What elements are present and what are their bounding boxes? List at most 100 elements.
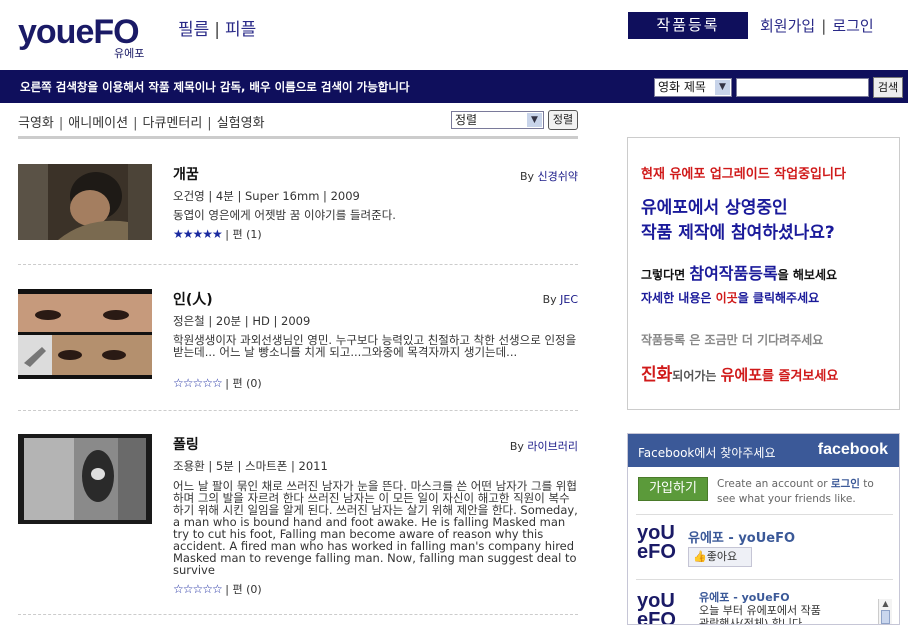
film-meta: 오건영 | 4분 | Super 16mm | 2009: [173, 189, 360, 203]
site-logo[interactable]: youeFO 유에포: [18, 12, 158, 60]
promo-register-pre: 그렇다면: [641, 268, 690, 282]
by-prefix: By: [542, 293, 557, 306]
item-separator: [18, 614, 578, 615]
review-count[interactable]: | 편 (1): [225, 228, 261, 241]
film-item: 인(人) By JEC 정은철 | 20분 | HD | 2009 학원생생이자…: [18, 289, 578, 399]
promo-upgrade-notice: 현재 유에포 업그레이드 작업중입니다: [641, 167, 846, 182]
facebook-login-link[interactable]: 로그인: [831, 478, 860, 490]
film-meta: 조용환 | 5분 | 스마트폰 | 2011: [173, 459, 328, 473]
promo-detail-post: 을 클릭해주세요: [737, 291, 820, 305]
film-rating: ★★★★★ | 편 (1): [173, 226, 262, 242]
promo-register-post: 을 해보세요: [777, 268, 838, 282]
film-meta: 정은철 | 20분 | HD | 2009: [173, 314, 311, 328]
nav-people-link[interactable]: 피플: [225, 15, 256, 40]
post-avatar[interactable]: yoU eFO: [637, 591, 683, 624]
facebook-signup-note: Create an account or 로그인 to see what you…: [717, 477, 892, 507]
register-work-button[interactable]: 작품등록: [628, 12, 748, 39]
film-title[interactable]: 폴링: [173, 434, 199, 454]
nav-film-link[interactable]: 필름: [178, 15, 209, 40]
promo-evolve-b: 되어가는: [672, 369, 721, 383]
promo-evolve-c: 유에포: [720, 366, 763, 384]
page-avatar[interactable]: yoU eFO: [637, 523, 683, 562]
nav-divider: |: [214, 20, 221, 40]
logo-subtitle: 유에포: [114, 47, 145, 60]
facebook-post-text: 오늘 부터 유에포에서 작품 관람행사(전체) 합니다: [699, 604, 821, 625]
facebook-divider: [636, 514, 893, 515]
sort-select[interactable]: 정렬 ▼: [451, 111, 544, 129]
promo-wait-line: 작품등록 은 조금만 더 기다려주세요: [641, 333, 824, 347]
category-experimental[interactable]: 실험영화: [217, 116, 265, 131]
facebook-join-button[interactable]: 가입하기: [638, 477, 708, 501]
film-title[interactable]: 개꿈: [173, 164, 199, 184]
signup-link[interactable]: 회원가입: [760, 17, 815, 35]
promo-box: 현재 유에포 업그레이드 작업중입니다 유에포에서 상영중인 작품 제작에 참여…: [627, 137, 900, 410]
facebook-like-button[interactable]: 👍좋아요: [688, 547, 752, 567]
film-description: 학원생생이자 과외선생님인 영민. 누구보다 능력있고 친절하고 착한 선생으로…: [173, 333, 577, 359]
promo-register-link[interactable]: 참여작품등록: [689, 264, 777, 283]
promo-evolve-a: 진화: [641, 365, 673, 385]
sort-button[interactable]: 정렬: [548, 110, 578, 130]
facebook-feed-scrollbar[interactable]: ▲: [878, 599, 892, 624]
like-label: 좋아요: [706, 550, 738, 563]
category-documentary[interactable]: 다큐멘터리: [142, 116, 202, 131]
user-links: 회원가입 | 로그인: [760, 15, 874, 36]
category-drama[interactable]: 극영화: [18, 116, 54, 131]
promo-evolve-line: 진화되어가는 유에포를 즐겨보세요: [641, 360, 838, 385]
promo-evolve-d: 를 즐겨보세요: [762, 369, 839, 384]
rating-stars[interactable]: ☆☆☆☆☆: [173, 582, 223, 596]
promo-register-line: 그렇다면 참여작품등록을 해보세요: [641, 260, 837, 284]
search-input[interactable]: [736, 78, 869, 97]
search-field-select[interactable]: 영화 제목 ▼: [654, 78, 732, 97]
film-thumbnail[interactable]: [18, 289, 152, 379]
promo-detail-line: 자세한 내용은 이곳을 클릭해주세요: [641, 289, 819, 306]
category-divider: |: [58, 116, 64, 131]
film-by: By JEC: [543, 293, 578, 306]
login-link[interactable]: 로그인: [832, 17, 873, 35]
rating-stars[interactable]: ★★★★★: [173, 227, 223, 241]
by-prefix: By: [509, 440, 524, 453]
film-thumbnail[interactable]: [18, 434, 152, 524]
rating-stars[interactable]: ☆☆☆☆☆: [173, 376, 223, 390]
film-description: 어느 날 팔이 묶인 채로 쓰러진 남자가 눈을 뜬다. 마스크를 쓴 어떤 남…: [173, 479, 578, 577]
film-item: 폴링 By 라이브러리 조용환 | 5분 | 스마트폰 | 2011 어느 날 …: [18, 434, 578, 599]
chevron-down-icon: ▼: [527, 113, 542, 127]
film-director-link[interactable]: 신경쉬약: [538, 170, 578, 183]
facebook-logo[interactable]: facebook: [818, 441, 888, 459]
facebook-header: Facebook에서 찾아주세요 facebook: [628, 434, 899, 467]
facebook-note-a: Create an account or: [717, 478, 831, 490]
film-rating: ☆☆☆☆☆ | 편 (0): [173, 375, 262, 391]
film-director-link[interactable]: 라이브러리: [527, 440, 578, 453]
search-bar: 오른쪽 검색창을 이용해서 작품 제목이나 감독, 배우 이름으로 검색이 가능…: [0, 70, 908, 103]
film-title[interactable]: 인(人): [173, 289, 213, 309]
review-count[interactable]: | 편 (0): [225, 583, 261, 596]
promo-detail-pre: 자세한 내용은: [641, 291, 716, 305]
facebook-divider: [636, 579, 893, 580]
scroll-up-icon[interactable]: ▲: [879, 599, 892, 608]
film-by: By 라이브러리: [510, 438, 578, 454]
chevron-down-icon: ▼: [715, 80, 730, 95]
promo-detail-link[interactable]: 이곳: [716, 291, 738, 305]
top-nav: 필름 | 피플: [178, 15, 256, 40]
item-separator: [18, 410, 578, 411]
facebook-page-name[interactable]: 유에포 - yoUeFO: [688, 527, 795, 546]
film-by: By 신경쉬약: [520, 168, 578, 184]
list-divider: [18, 136, 578, 139]
facebook-header-title: Facebook에서 찾아주세요: [638, 446, 776, 460]
promo-question: 유에포에서 상영중인 작품 제작에 참여하셨나요?: [641, 196, 835, 246]
search-hint: 오른쪽 검색창을 이용해서 작품 제목이나 감독, 배우 이름으로 검색이 가능…: [20, 80, 410, 94]
facebook-post-author[interactable]: 유에포 - yoUeFO: [699, 589, 790, 605]
film-rating: ☆☆☆☆☆ | 편 (0): [173, 581, 262, 597]
film-thumbnail[interactable]: [18, 164, 152, 240]
category-animation[interactable]: 애니메이션: [68, 116, 128, 131]
scrollbar-thumb[interactable]: [881, 610, 890, 624]
review-count[interactable]: | 편 (0): [225, 377, 261, 390]
search-button[interactable]: 검색: [873, 77, 903, 98]
category-divider: |: [133, 116, 138, 131]
film-director-link[interactable]: JEC: [560, 293, 578, 306]
promo-question-line1: 유에포에서 상영중인: [641, 198, 788, 218]
search-field-value: 영화 제목: [658, 80, 706, 94]
thumbs-up-icon: 👍: [693, 550, 707, 563]
film-description: 동엽이 영은에게 어젯밤 꿈 이야기를 들려준다.: [173, 208, 396, 222]
category-nav: 극영화 | 애니메이션 | 다큐멘터리 | 실험영화: [18, 112, 265, 131]
sort-select-value: 정렬: [455, 113, 478, 127]
